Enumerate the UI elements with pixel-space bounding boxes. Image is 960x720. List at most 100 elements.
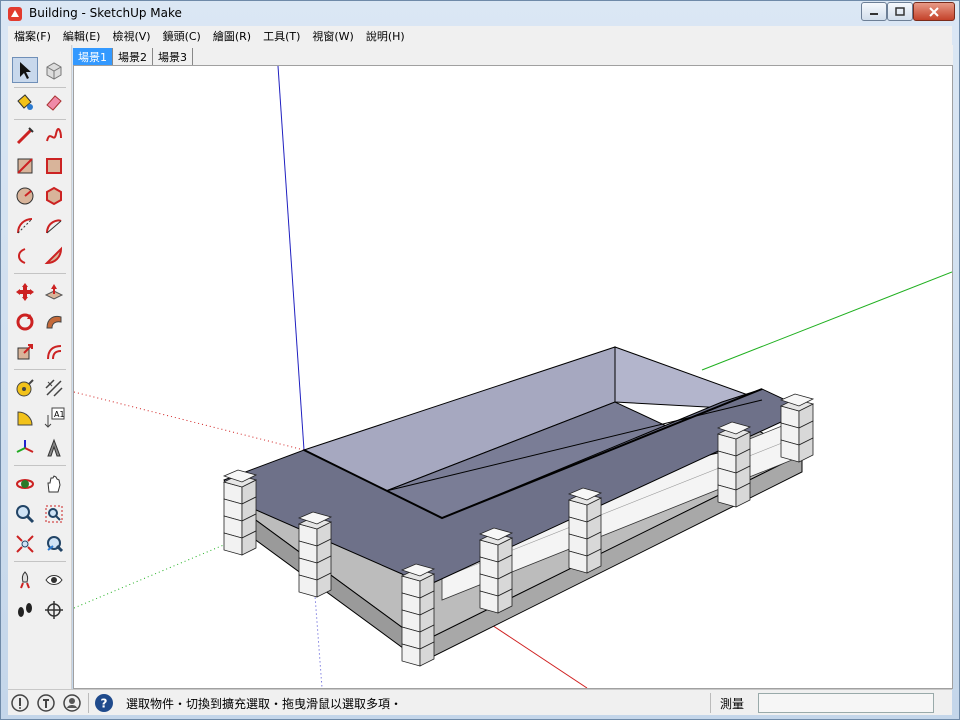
scene-tab-2[interactable]: 場景2 xyxy=(113,48,153,65)
status-message: 選取物件・切換到擴充選取・拖曳滑鼠以選取多項・ xyxy=(126,697,403,711)
tape-measure-button[interactable] xyxy=(12,375,38,401)
two-point-arc-icon xyxy=(46,219,62,234)
look-around-button[interactable] xyxy=(41,567,67,593)
two-point-arc-button[interactable] xyxy=(41,213,67,239)
orbit-button[interactable] xyxy=(12,471,38,497)
title-bar[interactable]: Building - SketchUp Make xyxy=(1,1,959,27)
pillar[interactable] xyxy=(400,563,436,667)
menu-edit[interactable]: 編輯(E) xyxy=(63,28,101,44)
user-account-icon[interactable] xyxy=(62,693,82,713)
measurements-input[interactable] xyxy=(758,693,934,713)
move-icon xyxy=(16,283,34,301)
scene-tab-3[interactable]: 場景3 xyxy=(153,48,193,65)
menu-help[interactable]: 說明(H) xyxy=(366,28,405,44)
rectangle-icon xyxy=(17,158,33,174)
zoom-window-button[interactable] xyxy=(41,501,67,527)
walk-button[interactable] xyxy=(12,597,38,623)
pillar[interactable] xyxy=(567,487,603,574)
zoom-button[interactable] xyxy=(12,501,38,527)
axes-icon xyxy=(16,440,34,453)
rotated-rectangle-button[interactable] xyxy=(41,153,67,179)
dimension-button[interactable] xyxy=(41,375,67,401)
red-axis-negative xyxy=(74,391,305,451)
select-icon xyxy=(20,62,31,79)
close-icon xyxy=(929,6,939,17)
text-button[interactable]: A1 xyxy=(41,405,67,431)
paint-bucket-button[interactable] xyxy=(12,89,38,115)
three-point-arc-button[interactable] xyxy=(12,243,38,269)
dimension-icon xyxy=(45,379,63,397)
credits-icon[interactable] xyxy=(36,693,56,713)
model-viewport[interactable] xyxy=(73,65,953,689)
sketchup-window: Building - SketchUp Make 檔案(F) 編輯(E) 檢視(… xyxy=(0,0,960,720)
eraser-button[interactable] xyxy=(41,89,67,115)
eraser-icon xyxy=(46,95,62,111)
previous-view-icon xyxy=(47,536,64,553)
walk-icon xyxy=(18,603,32,617)
close-button[interactable] xyxy=(913,2,955,21)
menu-window[interactable]: 視窗(W) xyxy=(312,28,353,44)
look-around-icon xyxy=(45,575,63,585)
geo-location-icon[interactable] xyxy=(10,693,30,713)
help-icon[interactable]: ? xyxy=(94,693,114,713)
measurements-label: 測量 xyxy=(720,697,745,711)
freehand-button[interactable] xyxy=(41,123,67,149)
move-button[interactable] xyxy=(12,279,38,305)
menu-bar: 檔案(F) 編輯(E) 檢視(V) 鏡頭(C) 繪圖(R) 工具(T) 視窗(W… xyxy=(8,26,952,45)
pillar[interactable] xyxy=(478,527,514,614)
section-plane-icon xyxy=(45,601,63,619)
follow-me-icon xyxy=(46,315,62,329)
menu-file[interactable]: 檔案(F) xyxy=(14,28,51,44)
axes-button[interactable] xyxy=(12,435,38,461)
arc-button[interactable] xyxy=(12,213,38,239)
pillar[interactable] xyxy=(222,469,258,556)
text-tool-label: A1 xyxy=(54,410,65,419)
protractor-button[interactable] xyxy=(12,405,38,431)
polygon-button[interactable] xyxy=(41,183,67,209)
scale-button[interactable] xyxy=(12,339,38,365)
menu-view[interactable]: 檢視(V) xyxy=(112,28,150,44)
polygon-icon xyxy=(46,186,62,206)
3d-text-icon xyxy=(47,438,61,457)
previous-view-button[interactable] xyxy=(41,531,67,557)
push-pull-button[interactable] xyxy=(41,279,67,305)
offset-button[interactable] xyxy=(41,339,67,365)
minimize-button[interactable] xyxy=(861,2,887,21)
protractor-icon xyxy=(17,411,33,426)
tape-measure-icon xyxy=(16,379,34,397)
freehand-icon xyxy=(46,128,62,142)
circle-icon xyxy=(16,187,34,205)
text-icon: A1 xyxy=(44,407,65,428)
pie-icon xyxy=(44,246,63,265)
rotated-rectangle-icon xyxy=(46,158,62,174)
select-tool-button[interactable] xyxy=(12,57,38,83)
three-point-arc-icon xyxy=(18,248,26,264)
scene-tab-1[interactable]: 場景1 xyxy=(73,48,113,65)
minimize-icon xyxy=(870,12,878,15)
help-icon-symbol: ? xyxy=(101,697,108,711)
rectangle-button[interactable] xyxy=(12,153,38,179)
model-canvas[interactable] xyxy=(74,66,952,688)
menu-tools[interactable]: 工具(T) xyxy=(263,28,300,44)
pan-icon xyxy=(47,475,61,493)
blue-axis xyxy=(277,66,305,451)
pillar[interactable] xyxy=(716,421,752,508)
pan-button[interactable] xyxy=(41,471,67,497)
make-component-button[interactable] xyxy=(41,57,67,83)
pillar[interactable] xyxy=(779,393,815,463)
paint-bucket-icon xyxy=(17,94,33,110)
pillar[interactable] xyxy=(297,511,333,598)
menu-draw[interactable]: 繪圖(R) xyxy=(213,28,251,44)
rotate-button[interactable] xyxy=(12,309,38,335)
position-camera-button[interactable] xyxy=(12,567,38,593)
circle-button[interactable] xyxy=(12,183,38,209)
section-plane-button[interactable] xyxy=(41,597,67,623)
line-button[interactable] xyxy=(12,123,38,149)
maximize-button[interactable] xyxy=(887,2,913,21)
zoom-extents-button[interactable] xyxy=(12,531,38,557)
pie-button[interactable] xyxy=(41,243,67,269)
3d-text-button[interactable] xyxy=(41,435,67,461)
follow-me-button[interactable] xyxy=(41,309,67,335)
menu-camera[interactable]: 鏡頭(C) xyxy=(163,28,201,44)
window-title: Building - SketchUp Make xyxy=(29,6,182,20)
